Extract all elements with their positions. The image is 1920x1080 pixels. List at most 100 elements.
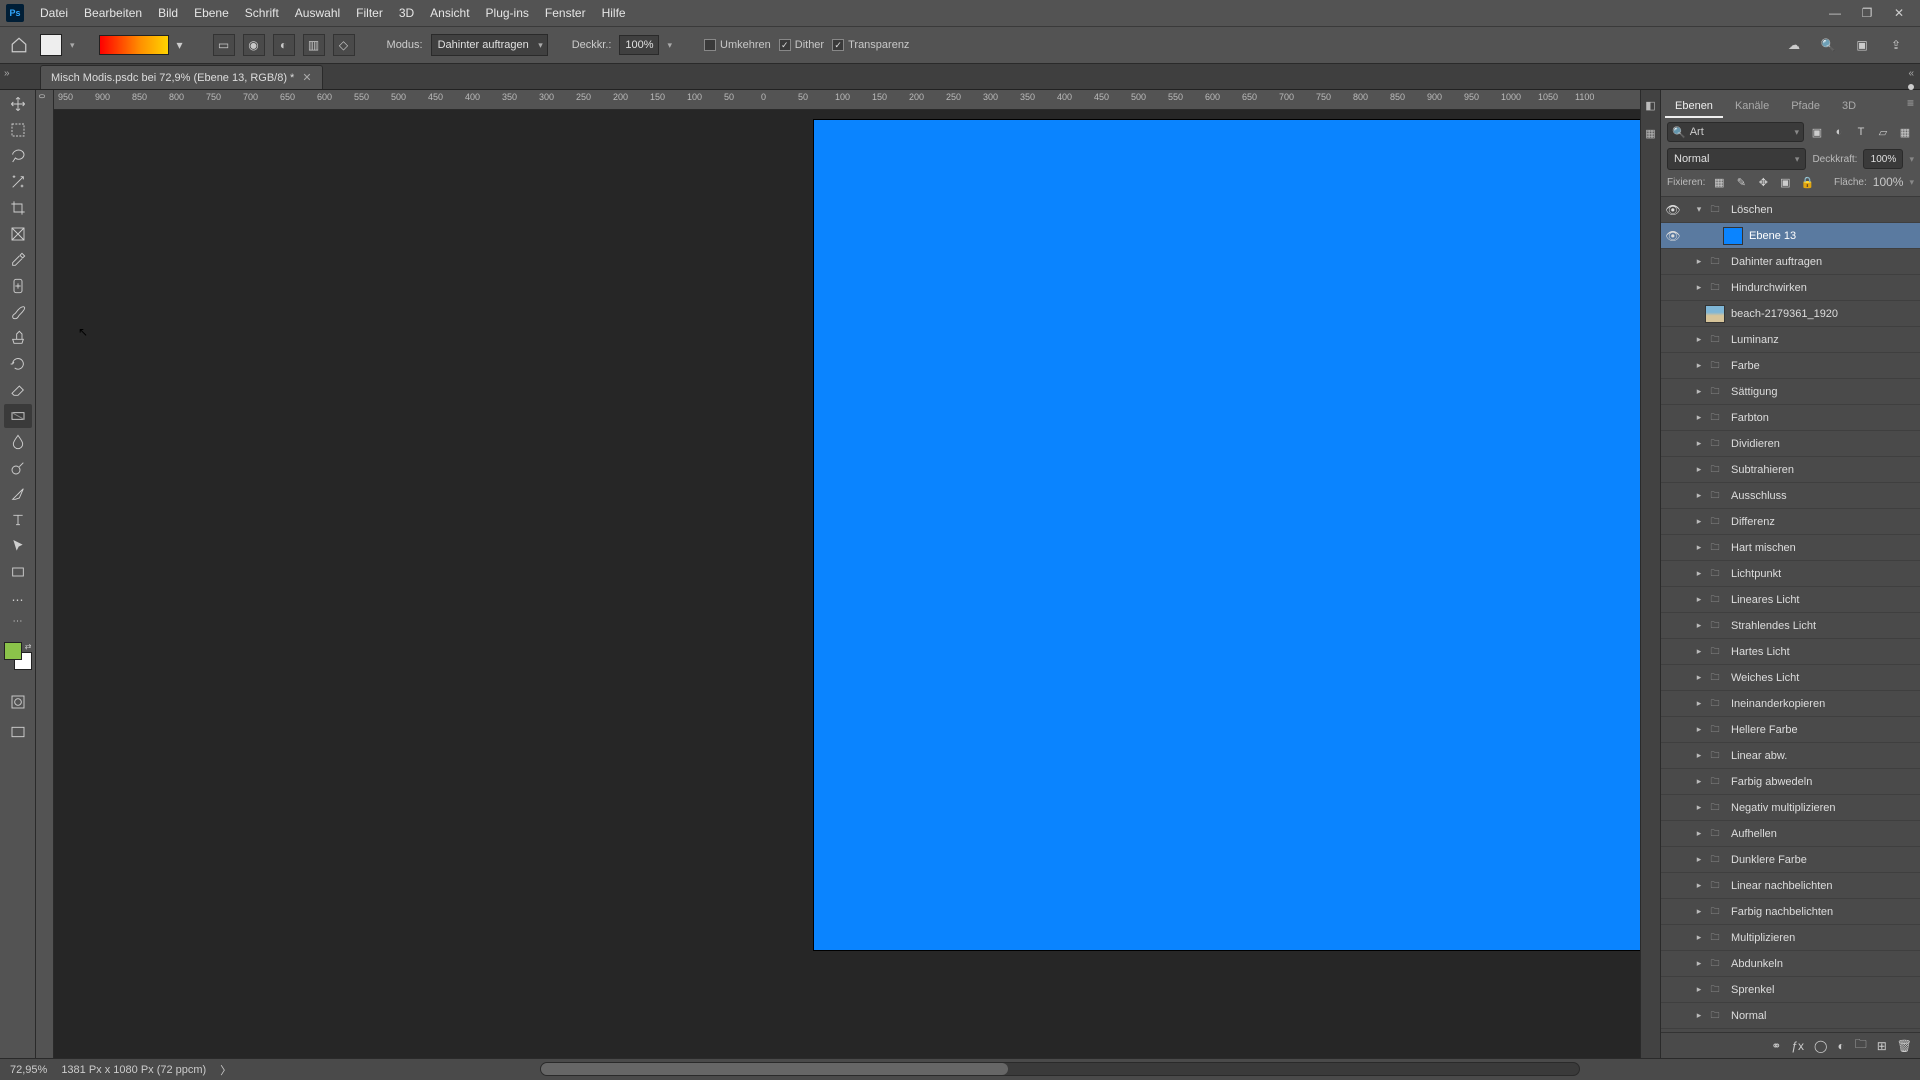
hand-tool[interactable]: ⋯ [4,588,32,612]
twisty-icon[interactable]: ▸ [1693,776,1705,787]
filter-pixel-icon[interactable]: ▣ [1808,123,1826,141]
layer-row[interactable]: ▸🗀Subtrahieren [1661,457,1920,483]
marquee-tool[interactable] [4,118,32,142]
layer-name[interactable]: Ausschluss [1731,490,1787,502]
layer-name[interactable]: Lichtpunkt [1731,568,1781,580]
history-brush-tool[interactable] [4,352,32,376]
panel-menu-icon[interactable]: ≡ [1907,96,1914,110]
dither-checkbox[interactable]: ✓Dither [779,39,824,51]
screen-mode-button[interactable] [4,720,32,744]
search-icon[interactable]: 🔍 [1818,35,1838,55]
layer-row[interactable]: beach-2179361_1920 [1661,301,1920,327]
layer-row[interactable]: ▸🗀Sprenkel [1661,977,1920,1003]
brush-tool[interactable] [4,300,32,324]
layer-name[interactable]: Sättigung [1731,386,1777,398]
layer-row[interactable]: ▸🗀 Dahinter auftragen [1661,249,1920,275]
crop-tool[interactable] [4,196,32,220]
twisty-icon[interactable]: ▸ [1693,438,1705,449]
layer-row[interactable]: ▸🗀Hartes Licht [1661,639,1920,665]
twisty-icon[interactable]: ▸ [1693,542,1705,553]
twisty-icon[interactable]: ▸ [1693,464,1705,475]
layer-visibility-toggle[interactable]: 👁 [1661,203,1685,217]
menu-schrift[interactable]: Schrift [237,2,287,24]
transparency-checkbox[interactable]: ✓Transparenz [832,39,909,51]
layer-name[interactable]: Linear abw. [1731,750,1787,762]
folder-icon[interactable]: 🗀 [1705,513,1725,531]
tool-preset-button[interactable] [40,34,62,56]
window-minimize-button[interactable]: — [1820,4,1850,22]
menu-auswahl[interactable]: Auswahl [287,2,348,24]
folder-icon[interactable]: 🗀 [1705,1007,1725,1025]
folder-icon[interactable]: 🗀 [1705,487,1725,505]
layer-name[interactable]: Löschen [1731,204,1773,216]
layer-row[interactable]: ▸🗀Strahlendes Licht [1661,613,1920,639]
twisty-icon[interactable]: ▸ [1693,386,1705,397]
folder-icon[interactable]: 🗀 [1705,721,1725,739]
add-adjustment-icon[interactable]: ◐ [1837,1039,1844,1053]
chevron-down-icon[interactable]: ▾ [1909,177,1914,188]
menu-3d[interactable]: 3D [391,2,422,24]
dodge-tool[interactable] [4,456,32,480]
menu-datei[interactable]: Datei [32,2,76,24]
menu-ebene[interactable]: Ebene [186,2,237,24]
layer-name[interactable]: Lineares Licht [1731,594,1800,606]
twisty-icon[interactable]: ▸ [1693,516,1705,527]
layer-row[interactable]: ▸🗀Lichtpunkt [1661,561,1920,587]
folder-icon[interactable]: 🗀 [1705,825,1725,843]
layer-row[interactable]: ▸🗀Farbig abwedeln [1661,769,1920,795]
twisty-icon[interactable]: ▸ [1693,334,1705,345]
eyedropper-tool[interactable] [4,248,32,272]
layer-name[interactable]: Farbe [1731,360,1760,372]
layer-name[interactable]: Linear nachbelichten [1731,880,1833,892]
window-close-button[interactable]: ✕ [1884,4,1914,22]
expand-toolbar-icon[interactable]: » [4,68,10,79]
menu-fenster[interactable]: Fenster [537,2,594,24]
layer-name[interactable]: Aufhellen [1731,828,1777,840]
gradient-preview[interactable] [99,35,169,55]
mode-dropdown[interactable]: Dahinter auftragen [431,34,548,56]
twisty-icon[interactable]: ▸ [1693,854,1705,865]
twisty-icon[interactable]: ▸ [1693,256,1705,267]
frame-tool[interactable] [4,222,32,246]
lock-artboard-icon[interactable]: ▣ [1777,174,1793,190]
layer-row[interactable]: ▸🗀Farbe [1661,353,1920,379]
filter-shape-icon[interactable]: ▱ [1874,123,1892,141]
folder-icon[interactable]: 🗀 [1705,929,1725,947]
folder-icon[interactable]: 🗀 [1705,357,1725,375]
gradient-linear-button[interactable]: ▭ [213,34,235,56]
folder-icon[interactable]: 🗀 [1705,799,1725,817]
gradient-reflected-button[interactable]: ▥ [303,34,325,56]
gradient-radial-button[interactable]: ◉ [243,34,265,56]
folder-icon[interactable]: 🗀 [1705,253,1725,271]
layer-name[interactable]: Farbig nachbelichten [1731,906,1833,918]
layer-row[interactable]: ▸🗀Weiches Licht [1661,665,1920,691]
twisty-icon[interactable]: ▸ [1693,724,1705,735]
layer-row[interactable]: ▸🗀Dividieren [1661,431,1920,457]
folder-icon[interactable]: 🗀 [1705,591,1725,609]
layer-name[interactable]: Subtrahieren [1731,464,1794,476]
layer-fx-icon[interactable]: ƒx [1791,1039,1804,1053]
twisty-icon[interactable]: ▸ [1693,802,1705,813]
layer-row[interactable]: ▸🗀Farbton [1661,405,1920,431]
twisty-icon[interactable]: ▸ [1693,594,1705,605]
lock-all-icon[interactable]: 🔒 [1799,174,1815,190]
layer-row[interactable]: 👁▾🗀Löschen [1661,197,1920,223]
layer-row[interactable]: ▸🗀Dunklere Farbe [1661,847,1920,873]
layer-name[interactable]: Dahinter auftragen [1731,256,1822,268]
chevron-right-icon[interactable]: 〉 [220,1062,231,1078]
canvas-viewport[interactable] [54,110,1640,1058]
folder-icon[interactable]: 🗀 [1705,851,1725,869]
link-layers-icon[interactable]: ⚭ [1771,1039,1781,1053]
share-icon[interactable]: ⇪ [1886,35,1906,55]
horizontal-scrollbar[interactable] [540,1062,1580,1076]
chevron-down-icon[interactable]: ▾ [1909,154,1914,165]
twisty-icon[interactable]: ▸ [1693,958,1705,969]
tab-pfade[interactable]: Pfade [1781,96,1830,118]
twisty-icon[interactable]: ▸ [1693,568,1705,579]
layer-filter-dropdown[interactable]: 🔍 Art ▾ [1667,122,1804,142]
layer-name[interactable]: Luminanz [1731,334,1779,346]
menu-bild[interactable]: Bild [150,2,186,24]
folder-icon[interactable]: 🗀 [1705,539,1725,557]
rectangle-tool[interactable] [4,560,32,584]
quick-mask-button[interactable] [4,690,32,714]
